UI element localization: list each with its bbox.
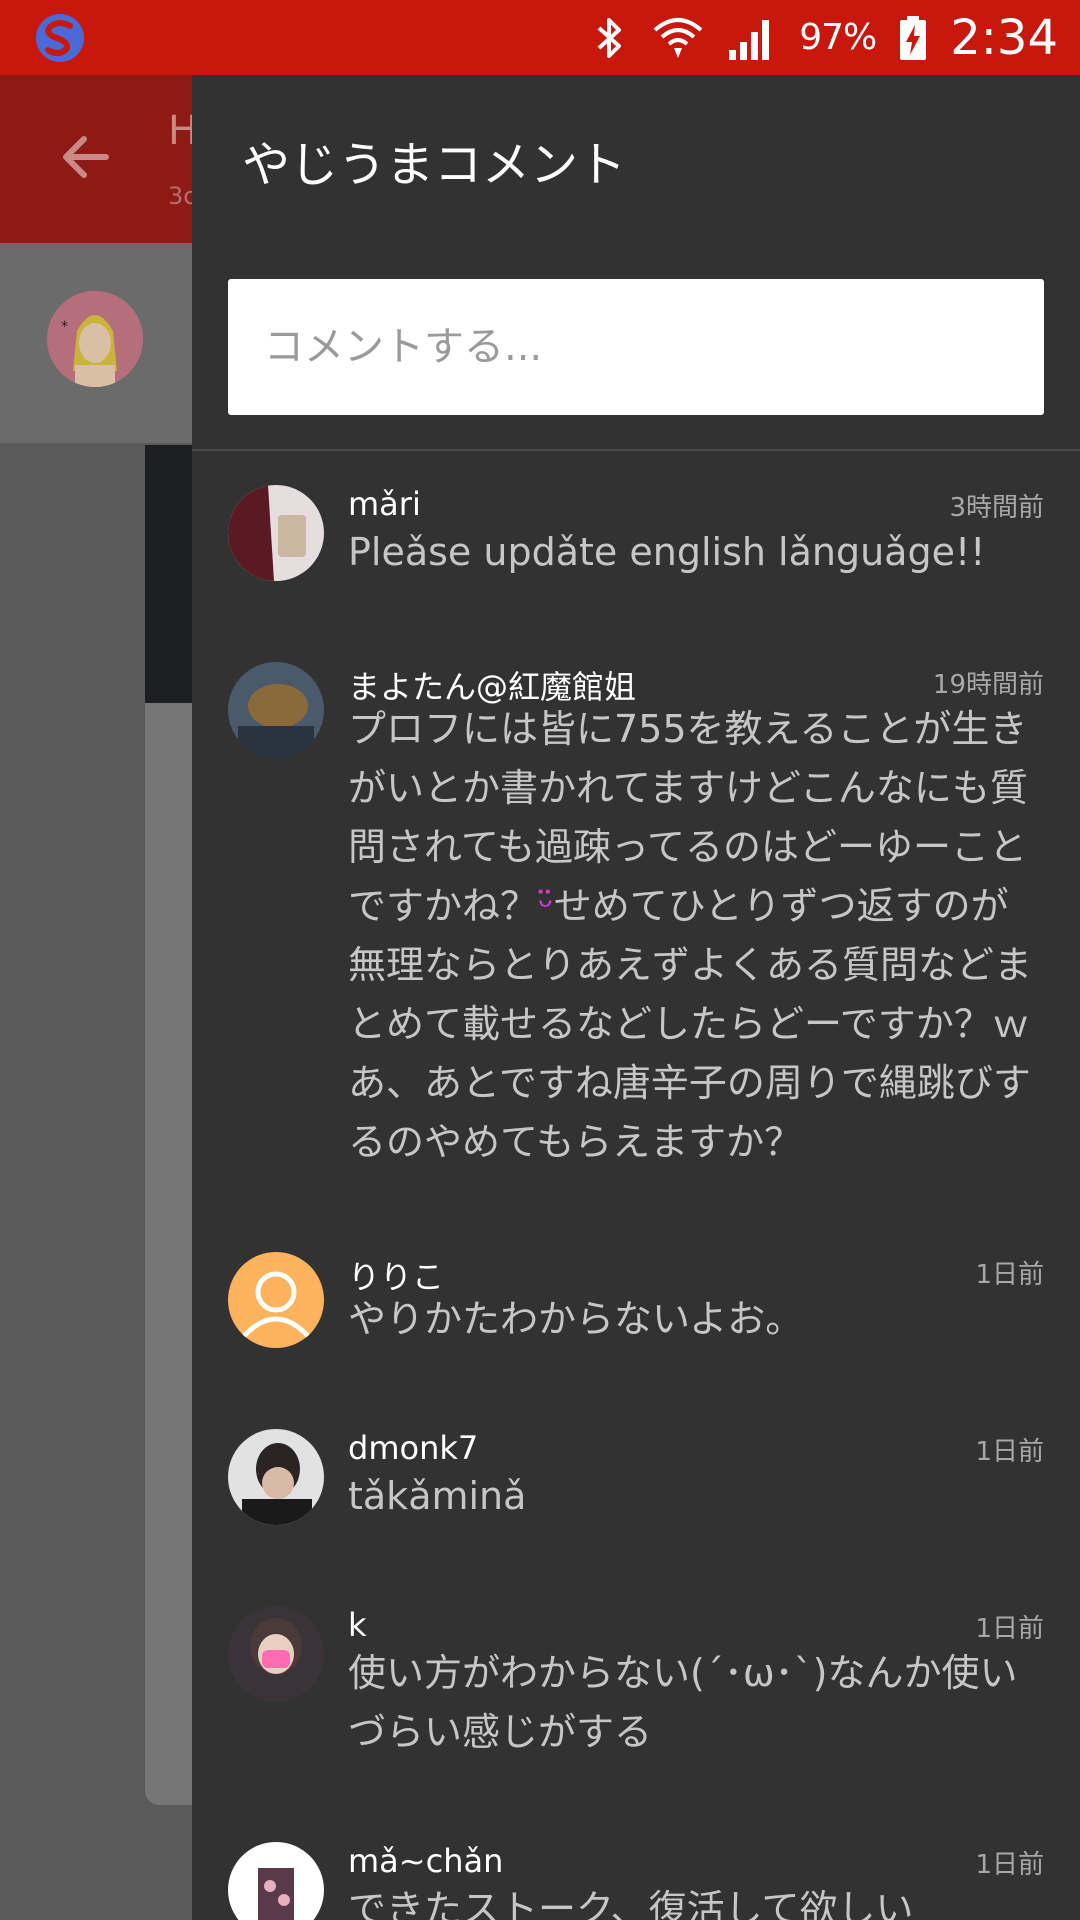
comment-time: 19時間前 <box>932 670 1044 700</box>
app-notification-icon <box>36 14 84 62</box>
comment-text: tǎkǎminǎ <box>348 1474 527 1518</box>
default-avatar[interactable] <box>228 1252 324 1348</box>
background-avatar[interactable]: * <box>47 291 143 387</box>
bluetooth-icon <box>597 17 622 58</box>
svg-text:*: * <box>61 319 68 335</box>
comment-time: 3時間前 <box>949 493 1044 523</box>
battery-charging-icon <box>900 15 927 60</box>
avatar-photo-icon <box>228 662 324 758</box>
wifi-icon <box>653 17 703 58</box>
avatar-illustration-icon: * <box>47 291 143 387</box>
comment-time: 1日前 <box>975 1614 1044 1644</box>
user-avatar[interactable] <box>228 1429 324 1525</box>
comment-author[interactable]: mǎri <box>348 485 421 523</box>
avatar-photo-icon <box>228 1606 324 1702</box>
user-avatar[interactable] <box>228 1606 324 1702</box>
avatar-photo-icon <box>228 1842 324 1920</box>
user-avatar[interactable] <box>228 485 324 581</box>
status-bar: 97% 2:34 <box>0 0 1080 75</box>
comment-author[interactable]: k <box>348 1606 367 1644</box>
default-user-icon <box>228 1252 324 1348</box>
comment-input[interactable] <box>228 279 1044 415</box>
clock: 2:34 <box>950 9 1058 66</box>
divider <box>192 449 1080 451</box>
comment-drawer: やじうまコメント mǎri 3時間前 Pleǎse updǎte english… <box>192 75 1080 1920</box>
comment-text: プロフには皆に755を教えることが生きがいとか書かれてますけどこんなにも質問され… <box>348 700 1044 1172</box>
smile-emoji: ᵕ̈ <box>538 884 554 928</box>
user-avatar[interactable] <box>228 1842 324 1920</box>
comment-text: できたストーク、復活して欲しい <box>348 1887 914 1920</box>
comment-author[interactable]: mǎ~chǎn <box>348 1842 503 1880</box>
signal-icon <box>729 19 770 60</box>
comment-time: 1日前 <box>975 1437 1044 1467</box>
comment-text: 使い方がわからない(´･ω･`)なんか使いづらい感じがする <box>348 1651 1018 1754</box>
comment-author[interactable]: dmonk7 <box>348 1429 478 1467</box>
comment-time: 1日前 <box>975 1260 1044 1290</box>
comment-text: Pleǎse updǎte english lǎnguǎge!! <box>348 530 986 574</box>
drawer-title: やじうまコメント <box>242 137 627 193</box>
avatar-photo-icon <box>228 1429 324 1525</box>
status-icons: 97% 2:34 <box>589 0 1058 75</box>
comment-time: 1日前 <box>975 1850 1044 1880</box>
back-arrow-icon[interactable] <box>58 130 112 184</box>
avatar-photo-icon <box>228 485 324 581</box>
user-avatar[interactable] <box>228 662 324 758</box>
battery-percent: 97% <box>799 17 877 58</box>
comment-text: やりかたわからないよお。 <box>348 1297 804 1341</box>
